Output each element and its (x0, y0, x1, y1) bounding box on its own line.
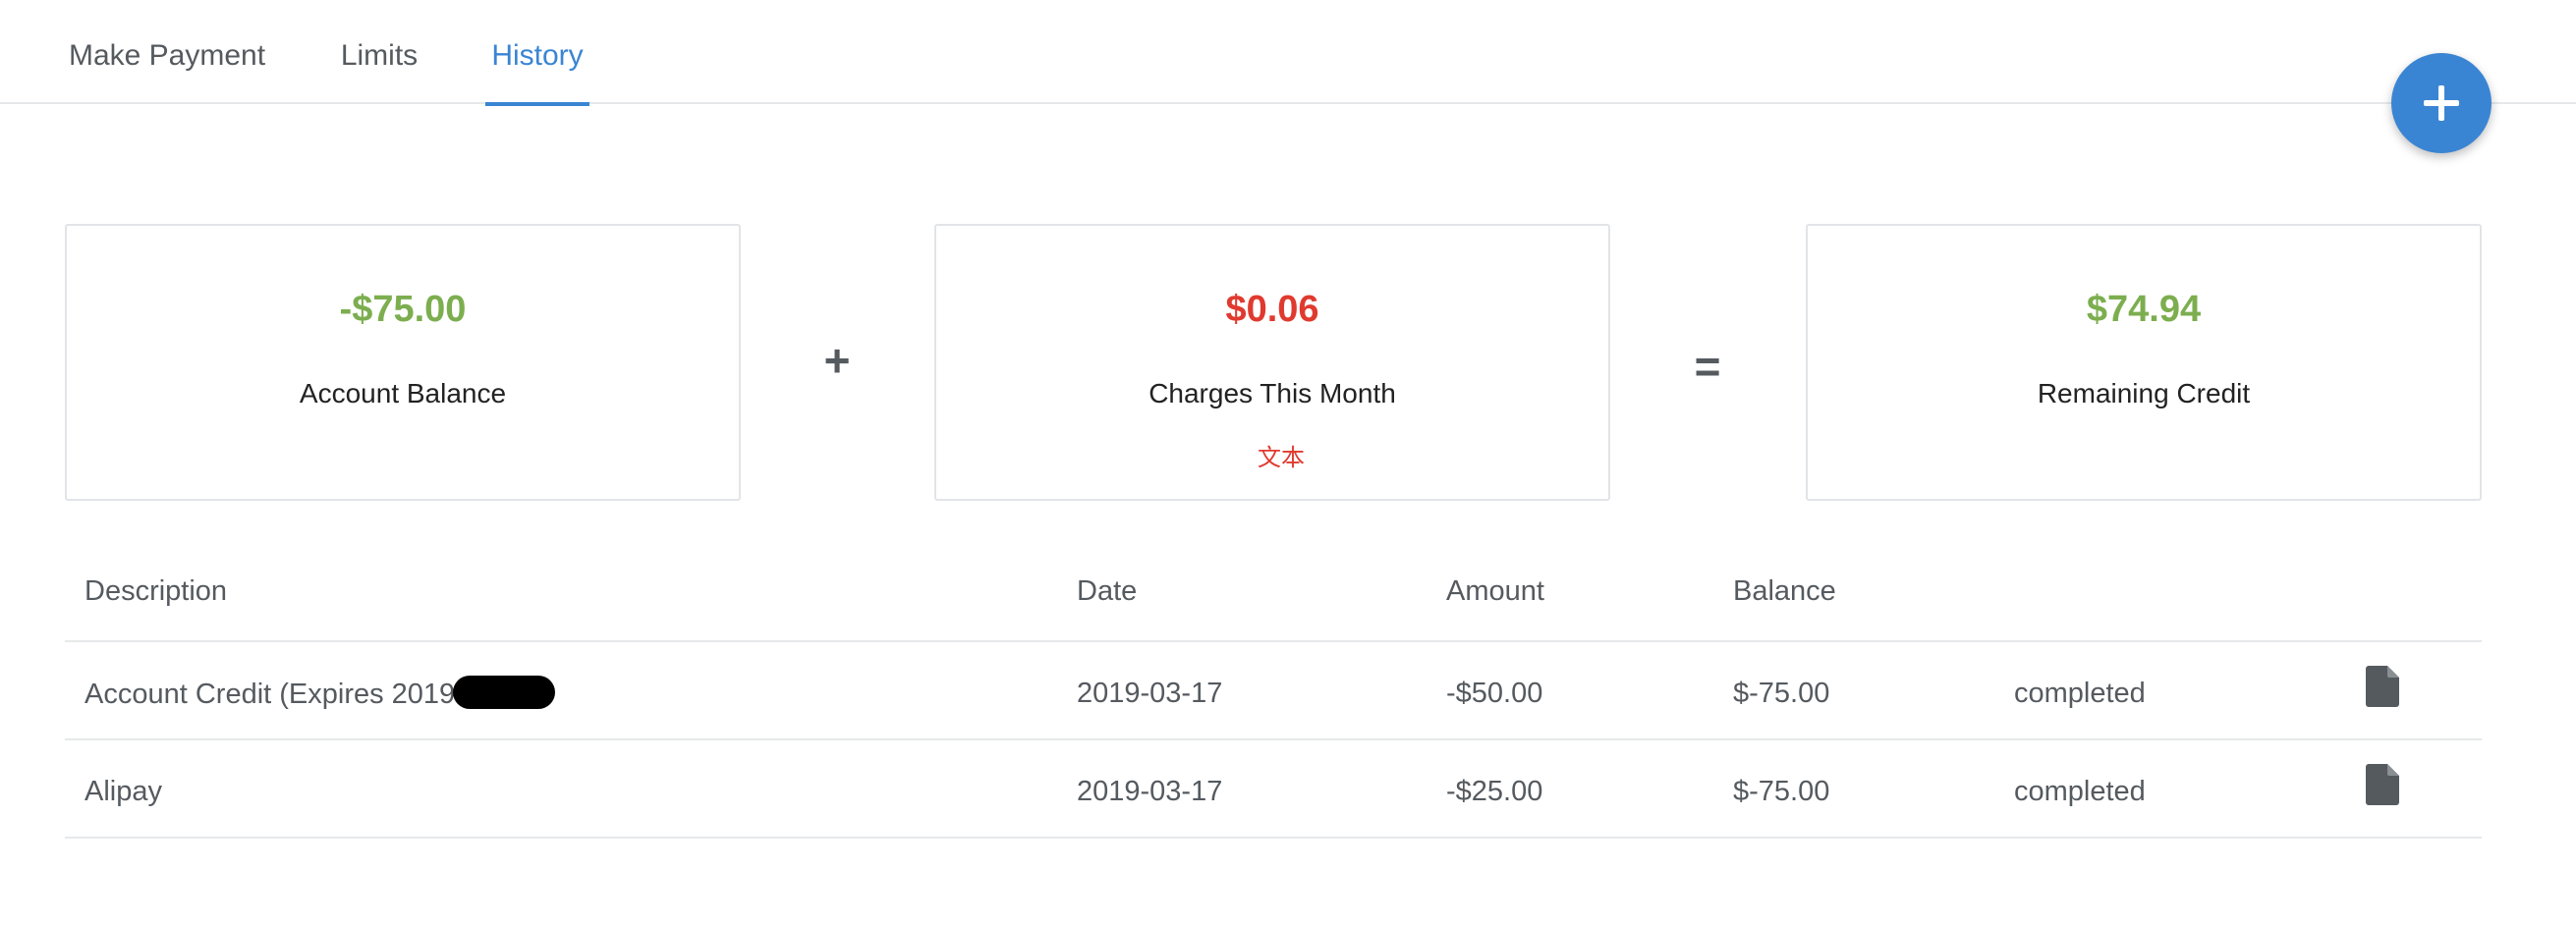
billing-history-page: Make Payment Limits History -$75.00 Acco… (0, 0, 2576, 925)
row-date: 2019-03-17 (1077, 776, 1223, 807)
table-header: Description Date Amount Balance (65, 554, 2482, 642)
document-icon[interactable] (2366, 666, 2399, 712)
tab-make-payment[interactable]: Make Payment (65, 0, 269, 104)
row-date: 2019-03-17 (1077, 678, 1223, 709)
charges-label: Charges This Month (1148, 378, 1396, 408)
redaction-mark (453, 676, 556, 709)
charges-card: $0.06 Charges This Month 文本 (934, 224, 1610, 501)
row-balance: $-75.00 (1733, 678, 1830, 709)
table-row: Alipay 2019-03-17 -$25.00 $-75.00 comple… (65, 740, 2482, 839)
remaining-credit-label: Remaining Credit (2037, 378, 2251, 408)
tab-label: Make Payment (68, 39, 266, 72)
header-amount: Amount (1446, 575, 1544, 607)
charges-note: 文本 (1258, 445, 1305, 471)
history-table: Description Date Amount Balance Account … (65, 554, 2482, 839)
tab-bar: Make Payment Limits History (0, 0, 2576, 106)
header-date: Date (1077, 575, 1138, 607)
description-text: Account Credit (Expires 2019 (84, 679, 456, 710)
row-description: Account Credit (Expires 2019 (84, 676, 556, 712)
tab-label: Limits (340, 39, 419, 72)
row-status: completed (2014, 776, 2146, 807)
plus-icon (2424, 85, 2459, 121)
plus-operator: + (823, 335, 851, 386)
remaining-credit-card: $74.94 Remaining Credit (1806, 224, 2482, 501)
account-balance-card: -$75.00 Account Balance (65, 224, 741, 501)
table-row: Account Credit (Expires 2019 2019-03-17 … (65, 642, 2482, 740)
row-description: Alipay (84, 776, 162, 807)
add-button[interactable] (2391, 53, 2492, 153)
row-status: completed (2014, 678, 2146, 709)
document-icon[interactable] (2366, 764, 2399, 810)
row-amount: -$25.00 (1446, 776, 1543, 807)
account-balance-amount: -$75.00 (339, 289, 467, 330)
row-amount: -$50.00 (1446, 678, 1543, 709)
charges-amount: $0.06 (1225, 289, 1319, 330)
header-balance: Balance (1733, 575, 1836, 607)
header-description: Description (84, 575, 228, 607)
active-tab-indicator (485, 102, 589, 106)
tab-label: History (491, 39, 584, 72)
equals-operator: = (1694, 341, 1721, 392)
row-balance: $-75.00 (1733, 776, 1830, 807)
tab-history[interactable]: History (485, 0, 589, 106)
account-balance-label: Account Balance (299, 378, 507, 408)
remaining-credit-amount: $74.94 (2086, 289, 2202, 330)
tab-limits[interactable]: Limits (336, 0, 422, 104)
